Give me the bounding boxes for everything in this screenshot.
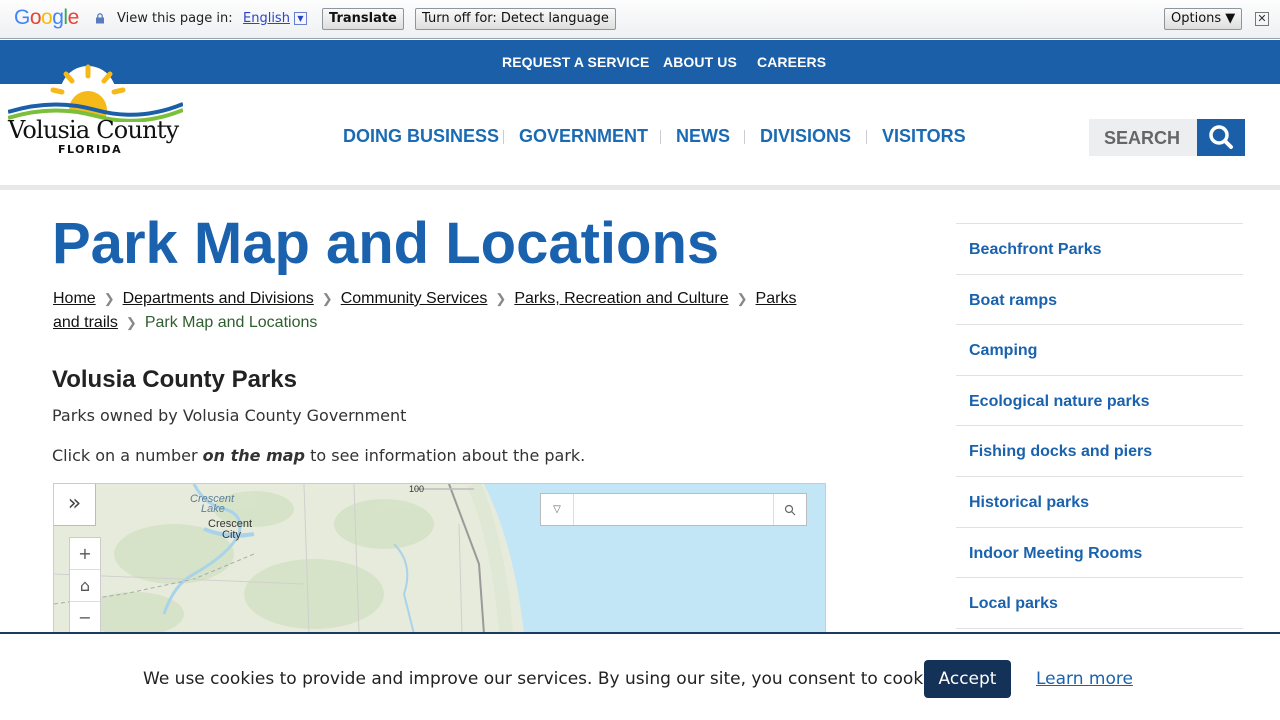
park-map[interactable]: Crescent Lake Crescent City 100 » + ⌂ − … bbox=[53, 483, 826, 633]
nav-visitors[interactable]: VISITORS bbox=[882, 126, 966, 147]
search-input[interactable]: SEARCH bbox=[1089, 119, 1197, 156]
nav-government[interactable]: GOVERNMENT bbox=[519, 126, 648, 147]
nav-divider bbox=[744, 130, 745, 144]
accept-cookies-button[interactable]: Accept bbox=[924, 660, 1011, 698]
turn-off-button[interactable]: Turn off for: Detect language bbox=[415, 8, 616, 30]
sidebar-item-indoor-meeting-rooms[interactable]: Indoor Meeting Rooms bbox=[956, 528, 1243, 579]
translate-bar: Google View this page in: English ▼ Tran… bbox=[0, 0, 1280, 39]
page-title: Park Map and Locations bbox=[52, 211, 720, 276]
close-icon[interactable]: ✕ bbox=[1255, 12, 1269, 26]
learn-more-link[interactable]: Learn more bbox=[1036, 669, 1133, 689]
nav-divider bbox=[866, 130, 867, 144]
expand-panel-icon[interactable]: » bbox=[54, 484, 96, 526]
map-label: Lake bbox=[201, 503, 225, 515]
search-button[interactable] bbox=[1197, 119, 1245, 156]
cookie-message: We use cookies to provide and improve ou… bbox=[143, 669, 953, 689]
nav-divisions[interactable]: DIVISIONS bbox=[760, 126, 851, 147]
chevron-down-icon[interactable]: ▽ bbox=[541, 494, 574, 525]
breadcrumb-community-services[interactable]: Community Services bbox=[341, 290, 488, 307]
sidebar-nav: Beachfront Parks Boat ramps Camping Ecol… bbox=[956, 223, 1243, 629]
nav-divider bbox=[660, 130, 661, 144]
breadcrumb-current: Park Map and Locations bbox=[144, 314, 318, 331]
breadcrumb-home[interactable]: Home bbox=[53, 290, 96, 307]
chevron-right-icon: ❯ bbox=[321, 291, 333, 306]
instruction-text: Click on a number bbox=[52, 446, 203, 465]
view-page-label: View this page in: bbox=[117, 11, 233, 26]
volusia-logo[interactable]: Volusia County FLORIDA bbox=[8, 64, 183, 174]
utility-nav: REQUEST A SERVICE ABOUT US CAREERS bbox=[0, 40, 1280, 84]
zoom-out-button[interactable]: − bbox=[70, 602, 100, 632]
chevron-right-icon: ❯ bbox=[495, 291, 507, 306]
sidebar-item-fishing-docks[interactable]: Fishing docks and piers bbox=[956, 426, 1243, 477]
breadcrumb: Home ❯ Departments and Divisions ❯ Community… bbox=[53, 287, 813, 335]
chevron-right-icon: ❯ bbox=[125, 315, 137, 330]
map-zoom-controls: + ⌂ − bbox=[69, 537, 101, 632]
section-heading: Volusia County Parks bbox=[52, 366, 297, 393]
sidebar-item-ecological-parks[interactable]: Ecological nature parks bbox=[956, 376, 1243, 427]
map-search-input[interactable]: ▽ bbox=[540, 493, 807, 526]
sidebar-item-local-parks[interactable]: Local parks bbox=[956, 578, 1243, 629]
instruction-emphasis: on the map bbox=[202, 446, 305, 465]
site-header: Volusia County FLORIDA DOING BUSINESS GO… bbox=[0, 64, 1280, 190]
search-icon[interactable] bbox=[773, 494, 806, 525]
translate-button[interactable]: Translate bbox=[322, 8, 404, 30]
chevron-down-icon[interactable]: ▼ bbox=[294, 12, 307, 25]
logo-state: FLORIDA bbox=[58, 143, 123, 156]
zoom-in-button[interactable]: + bbox=[70, 538, 100, 570]
sidebar-item-boat-ramps[interactable]: Boat ramps bbox=[956, 275, 1243, 326]
nav-doing-business[interactable]: DOING BUSINESS bbox=[343, 126, 499, 147]
options-button[interactable]: Options ▼ bbox=[1164, 8, 1243, 30]
map-instruction: Click on a number on the map to see info… bbox=[52, 446, 585, 465]
section-subtitle: Parks owned by Volusia County Government bbox=[52, 406, 407, 425]
language-select[interactable]: English bbox=[243, 11, 290, 26]
nav-divider bbox=[503, 130, 504, 144]
logo-name: Volusia County bbox=[8, 116, 179, 144]
chevron-right-icon: ❯ bbox=[736, 291, 748, 306]
instruction-text: to see information about the park. bbox=[305, 446, 586, 465]
map-label: City bbox=[222, 529, 241, 541]
home-icon[interactable]: ⌂ bbox=[70, 570, 100, 602]
sidebar-item-beachfront-parks[interactable]: Beachfront Parks bbox=[956, 224, 1243, 275]
chevron-right-icon: ❯ bbox=[103, 291, 115, 306]
breadcrumb-departments[interactable]: Departments and Divisions bbox=[123, 290, 314, 307]
search-icon bbox=[1209, 125, 1233, 149]
breadcrumb-parks-recreation[interactable]: Parks, Recreation and Culture bbox=[514, 290, 728, 307]
sidebar-item-historical-parks[interactable]: Historical parks bbox=[956, 477, 1243, 528]
map-road-label: 100 bbox=[409, 484, 425, 494]
lock-icon bbox=[96, 13, 104, 24]
sidebar-item-camping[interactable]: Camping bbox=[956, 325, 1243, 376]
nav-news[interactable]: NEWS bbox=[676, 126, 730, 147]
nav-request-service[interactable]: REQUEST A SERVICE bbox=[502, 54, 649, 70]
nav-about-us[interactable]: ABOUT US bbox=[663, 54, 737, 70]
nav-careers[interactable]: CAREERS bbox=[757, 54, 826, 70]
google-logo: Google bbox=[14, 6, 79, 29]
cookie-banner: We use cookies to provide and improve ou… bbox=[0, 632, 1280, 720]
